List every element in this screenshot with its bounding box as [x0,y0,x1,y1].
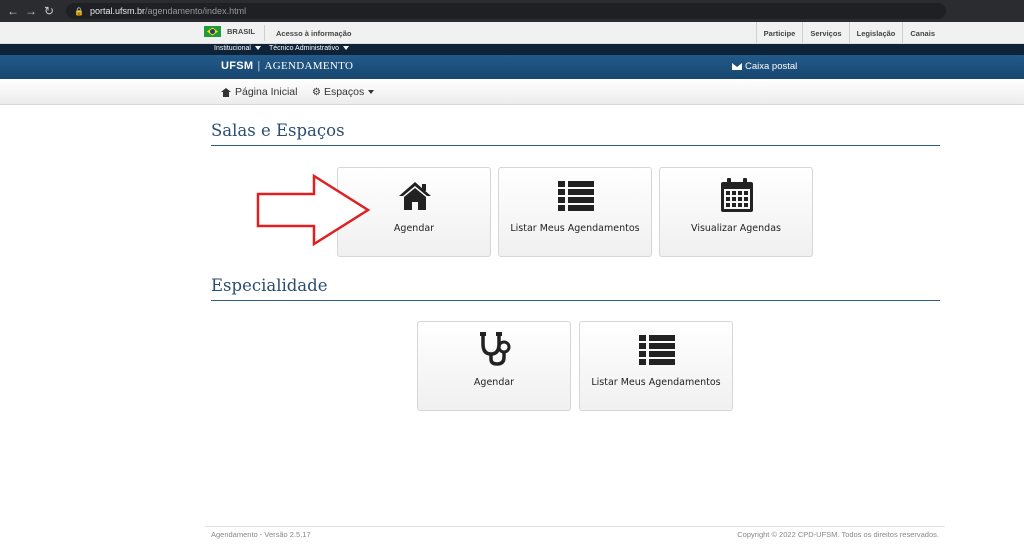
gear-icon: ⚙ [312,86,321,98]
caret-down-icon [254,46,261,51]
brazil-flag-icon [204,26,221,37]
institucional-menu[interactable]: Institucional [214,45,261,52]
url-path: /agendamento/index.html [145,6,247,16]
caret-down-icon [368,90,375,94]
brand-ufsm: UFSM [221,60,254,72]
tile-label: Agendar [473,377,515,388]
main-nav: Página Inicial ⚙ Espaços [0,79,1024,105]
tile-especialidade-agendar[interactable]: Agendar [417,321,571,411]
address-bar[interactable]: 🔒 portal.ufsm.br/agendamento/index.html [66,3,946,19]
back-arrow-icon[interactable]: ← [4,4,22,18]
brasil-link[interactable]: BRASIL [204,26,255,37]
tile-especialidade-listar[interactable]: Listar Meus Agendamentos [579,321,733,411]
acesso-informacao-link[interactable]: Acesso à informação [276,29,351,38]
gov-bar: BRASIL Acesso à informação Participe Ser… [0,22,1024,44]
caret-down-icon [343,46,349,51]
nav-home-label: Página Inicial [235,86,298,98]
nav-espacos-label: Espaços [323,86,365,98]
forward-arrow-icon[interactable]: → [22,4,40,18]
home-icon [221,87,231,97]
site-header: UFSM | AGENDAMENTO Caixa postal [0,55,1024,79]
participe-link[interactable]: Participe [755,22,803,43]
lock-icon: 🔒 [74,6,84,16]
tile-label: Listar Meus Agendamentos [591,377,721,388]
caixa-postal-link[interactable]: Caixa postal [732,61,797,72]
red-arrow-annotation [256,174,371,246]
canais-link[interactable]: Canais [902,22,942,43]
tile-label: Visualizar Agendas [691,223,781,234]
browser-toolbar: ← → ↻ 🔒 portal.ufsm.br/agendamento/index… [0,0,1024,22]
institucional-label: Institucional [214,45,251,52]
brasil-label: BRASIL [227,27,255,36]
page-footer: Agendamento - Versão 2.5.17 Copyright © … [205,526,945,540]
nav-pagina-inicial[interactable]: Página Inicial [221,86,297,98]
tile-salas-listar[interactable]: Listar Meus Agendamentos [498,167,652,257]
site-brand[interactable]: UFSM | AGENDAMENTO [221,60,353,72]
section-title-especialidade: Especialidade [211,276,940,301]
stethoscope-icon [480,332,511,366]
tecnico-label: Técnico Administrativo [268,45,339,52]
gov-links: Participe Serviços Legislação Canais [755,22,942,43]
reload-icon[interactable]: ↻ [40,4,58,18]
section-title-salas: Salas e Espaços [211,121,940,146]
list-icon [639,335,675,365]
calendar-icon [721,178,753,212]
institutional-bar: Institucional Técnico Administrativo [0,44,1024,55]
tile-label: Listar Meus Agendamentos [510,223,640,234]
brand-app-name: AGENDAMENTO [264,60,354,72]
caixa-postal-label: Caixa postal [745,61,798,72]
servicos-link[interactable]: Serviços [802,22,848,43]
nav-espacos-dropdown[interactable]: ⚙ Espaços [312,86,375,98]
home-icon [399,182,431,210]
list-icon [558,181,594,211]
envelope-icon [732,63,742,70]
footer-copyright: Copyright © 2022 CPD-UFSM. Todos os dire… [737,530,939,539]
tecnico-menu[interactable]: Técnico Administrativo [269,45,349,52]
divider [264,25,265,41]
brand-separator: | [257,60,261,72]
footer-version: Agendamento - Versão 2.5.17 [211,530,311,539]
legislacao-link[interactable]: Legislação [848,22,903,43]
tile-salas-visualizar[interactable]: Visualizar Agendas [659,167,813,257]
url-host: portal.ufsm.br [89,6,145,16]
